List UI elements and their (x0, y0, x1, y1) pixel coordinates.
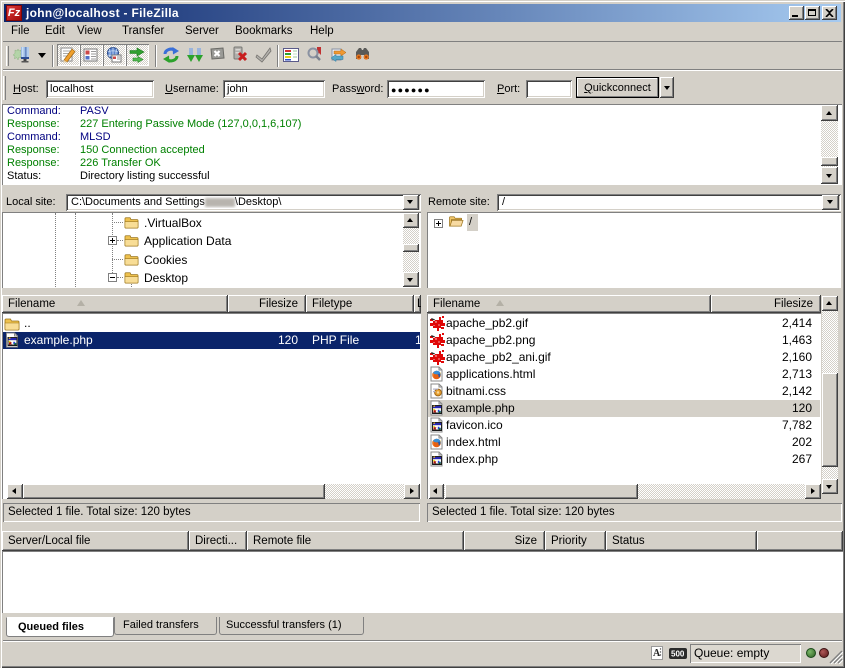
svg-text:500: 500 (671, 650, 685, 659)
svg-text:A: A (653, 648, 661, 659)
